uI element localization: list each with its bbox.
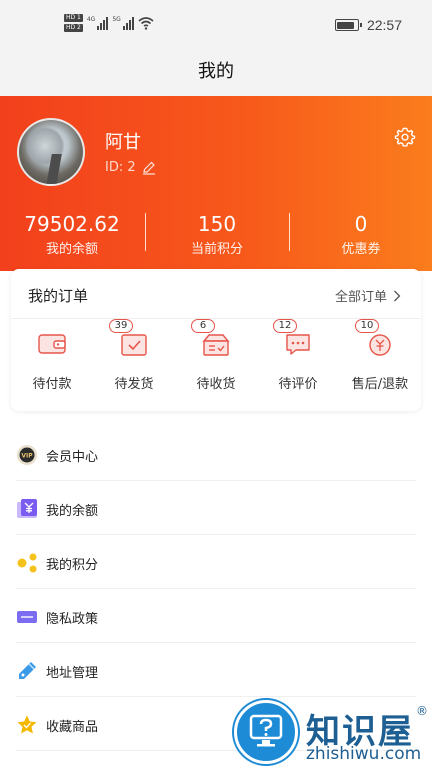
coupon-label: 优惠券 [341, 242, 381, 257]
order-pending-receipt[interactable]: 6 待收货 [175, 319, 257, 392]
comment-icon [286, 334, 310, 355]
watermark-logo [234, 700, 298, 764]
coupon-stat[interactable]: 0 优惠券 [289, 212, 432, 257]
order-label: 待收货 [196, 377, 236, 392]
status-time: 22:57 [366, 17, 402, 33]
vip-icon: VIP [17, 445, 37, 465]
avatar[interactable] [17, 118, 85, 186]
menu-item-vip-center[interactable]: VIP 会员中心 [0, 427, 432, 481]
signal-icon-2: 5G [112, 16, 134, 30]
network-type-2: 5G [112, 16, 121, 23]
all-orders-link[interactable]: 全部订单 [335, 286, 401, 305]
username: 阿甘 [105, 132, 141, 153]
policy-icon [17, 611, 37, 623]
order-pending-payment[interactable]: 待付款 [11, 331, 93, 392]
shipping-box-icon [121, 334, 147, 356]
profile-header: 阿甘 ID: 2 79502.62 我的余额 150 当前积分 0 优惠券 [0, 96, 432, 271]
settings-gear-icon[interactable] [394, 126, 416, 148]
orders-title: 我的订单 [28, 287, 89, 305]
receive-box-icon [202, 334, 230, 356]
menu-item-label: 地址管理 [46, 666, 99, 681]
hd-bottom-label: HD 2 [64, 24, 83, 32]
balance-value: 79502.62 [24, 212, 120, 236]
menu-item-privacy-policy[interactable]: 隐私政策 [0, 589, 432, 643]
order-label: 待评价 [278, 377, 318, 392]
order-count-badge: 39 [109, 319, 133, 333]
user-id: ID: 2 [105, 160, 156, 175]
chevron-right-icon [394, 290, 401, 301]
status-bar: HD 1 HD 2 4G 5G 22:57 [0, 0, 432, 52]
watermark-registered-mark: ® [416, 704, 428, 718]
refund-icon [369, 334, 391, 356]
points-label: 当前积分 [190, 242, 243, 257]
order-count-badge: 12 [273, 319, 297, 333]
balance-label: 我的余额 [45, 242, 98, 257]
yuan-icon [17, 499, 37, 518]
battery-icon [334, 19, 362, 31]
menu-list: VIP 会员中心 我的余额 我的积分 隐私政策 地址管理 收藏商品 [0, 427, 432, 751]
points-stat[interactable]: 150 当前积分 [145, 212, 289, 257]
address-icon [19, 662, 36, 679]
network-type-1: 4G [86, 16, 96, 23]
user-id-label: ID: 2 [105, 160, 136, 175]
menu-item-address[interactable]: 地址管理 [0, 643, 432, 697]
coupon-value: 0 [354, 212, 368, 236]
order-label: 待付款 [32, 377, 72, 392]
edit-icon[interactable] [142, 161, 156, 175]
balance-stat[interactable]: 79502.62 我的余额 [0, 212, 144, 257]
menu-item-balance[interactable]: 我的余额 [0, 481, 432, 535]
menu-item-label: 我的余额 [46, 504, 99, 519]
wallet-icon [38, 334, 66, 354]
order-label: 售后/退款 [351, 377, 409, 392]
wifi-icon [138, 17, 154, 30]
order-after-sales[interactable]: 10 售后/退款 [339, 319, 421, 392]
menu-item-label: 收藏商品 [46, 720, 99, 735]
order-count-badge: 6 [191, 319, 215, 333]
order-pending-review[interactable]: 12 待评价 [257, 319, 339, 392]
menu-item-label: 会员中心 [46, 450, 99, 465]
hd-icon: HD 1 HD 2 [64, 14, 83, 32]
menu-item-points[interactable]: 我的积分 [0, 535, 432, 589]
menu-item-label: 隐私政策 [46, 612, 99, 627]
order-count-badge: 10 [355, 319, 379, 333]
svg-text:VIP: VIP [21, 453, 33, 460]
signal-icon: 4G [86, 16, 109, 30]
all-orders-label: 全部订单 [334, 290, 387, 305]
order-label: 待发货 [114, 377, 154, 392]
star-icon [17, 715, 37, 734]
page-title: 我的 [0, 52, 432, 96]
question-monitor-icon [249, 714, 283, 747]
points-icon [17, 553, 37, 573]
order-pending-shipment[interactable]: 39 待发货 [93, 319, 175, 392]
orders-card: 我的订单 全部订单 待付款 39 待发货 6 待收货 12 待评价 10 售后/… [11, 269, 421, 411]
points-value: 150 [197, 212, 237, 236]
menu-item-label: 我的积分 [46, 558, 99, 573]
hd-top-label: HD 1 [64, 14, 83, 22]
watermark-domain: zhishiwu.com [306, 744, 422, 764]
